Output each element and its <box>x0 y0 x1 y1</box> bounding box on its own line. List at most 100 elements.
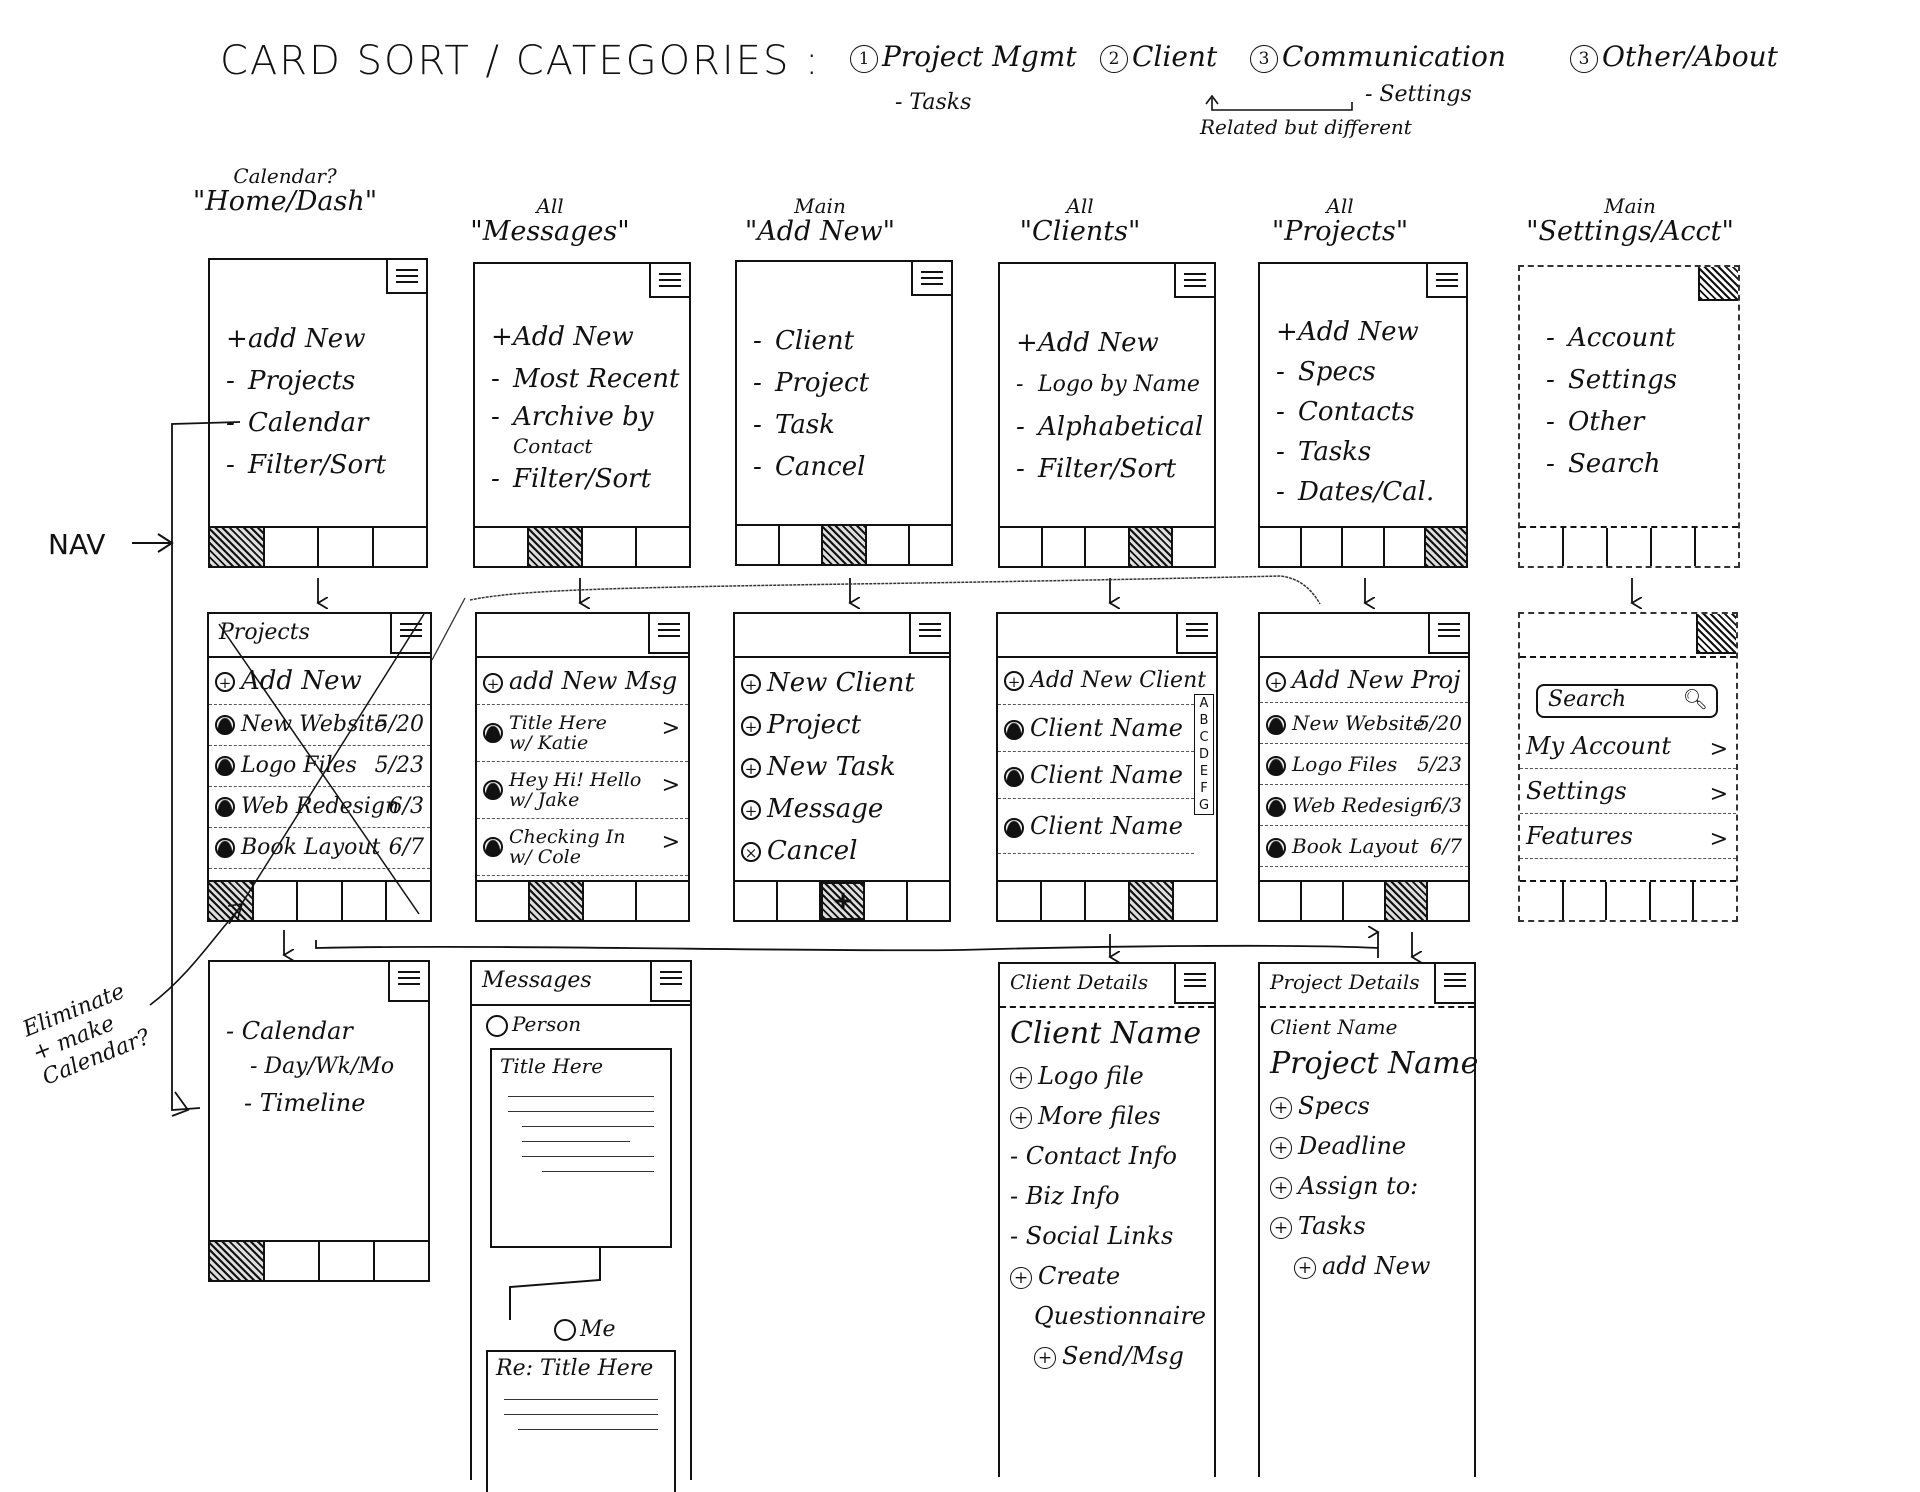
add-new-msg-row[interactable]: + add New Msg <box>477 658 688 705</box>
nav-tab[interactable] <box>1386 882 1428 920</box>
nav-tab[interactable] <box>1564 528 1608 566</box>
nav-tab[interactable] <box>778 882 821 920</box>
add-option[interactable]: + New Client <box>735 662 949 704</box>
nav-tab[interactable] <box>298 882 343 920</box>
project-row[interactable]: Book Layout 6/7 <box>209 828 430 869</box>
nav-tab[interactable] <box>867 526 910 564</box>
nav-tab[interactable] <box>735 882 778 920</box>
list-item[interactable]: - Filter/Sort <box>491 458 681 500</box>
nav-tab[interactable] <box>1428 882 1468 920</box>
nav-tab[interactable] <box>1173 528 1214 566</box>
search-icon[interactable]: 🔍︎ <box>1683 685 1708 713</box>
message-row[interactable]: Title Here w/ Katie > <box>477 705 688 762</box>
menu-icon[interactable] <box>1434 964 1474 1004</box>
detail-item[interactable]: + Tasks <box>1270 1206 1470 1246</box>
alphabet-index-scrollbar[interactable]: A B C D E F G <box>1194 694 1214 815</box>
index-letter[interactable]: A <box>1195 695 1213 712</box>
add-new-project-row[interactable]: + Add New Proj <box>1260 658 1468 703</box>
nav-tab[interactable] <box>1086 528 1130 566</box>
nav-tab[interactable] <box>1520 882 1564 920</box>
nav-tab[interactable] <box>1343 528 1385 566</box>
detail-item[interactable]: - Social Links <box>1010 1216 1210 1256</box>
nav-tab[interactable] <box>737 526 781 564</box>
detail-item[interactable]: + Send/Msg <box>1010 1336 1210 1376</box>
menu-icon[interactable] <box>1176 614 1216 654</box>
add-option[interactable]: + New Task <box>735 746 949 788</box>
nav-tab[interactable] <box>1302 528 1344 566</box>
list-item[interactable]: - Tasks <box>1276 432 1458 472</box>
message-row[interactable]: Hey Hi! Hello w/ Jake > <box>477 762 688 819</box>
list-item[interactable]: - Project <box>753 362 943 404</box>
nav-tab[interactable] <box>530 882 584 920</box>
menu-icon[interactable] <box>1426 264 1466 298</box>
menu-icon[interactable] <box>650 962 690 1002</box>
nav-tab[interactable] <box>1607 882 1651 920</box>
nav-tab[interactable] <box>320 1242 375 1280</box>
nav-tab[interactable] <box>529 528 583 566</box>
menu-icon[interactable] <box>1174 964 1214 1004</box>
list-item[interactable]: - Specs <box>1276 352 1458 392</box>
nav-tab[interactable] <box>865 882 909 920</box>
nav-tab[interactable] <box>387 882 430 920</box>
nav-tab[interactable] <box>1130 882 1174 920</box>
nav-tab[interactable] <box>374 528 427 566</box>
settings-menu-icon[interactable] <box>1696 614 1736 654</box>
project-row[interactable]: New Website 5/20 <box>209 705 430 746</box>
nav-tab[interactable] <box>1694 882 1736 920</box>
project-row[interactable]: Book Layout 6/7 <box>1260 826 1468 867</box>
detail-item[interactable]: + More files <box>1010 1096 1210 1136</box>
list-item[interactable]: - Projects <box>226 360 418 402</box>
nav-tab[interactable] <box>1302 882 1344 920</box>
list-item[interactable]: - Most Recent <box>491 358 681 400</box>
detail-item[interactable]: + Assign to: <box>1270 1166 1470 1206</box>
list-item[interactable]: - Settings <box>1546 359 1730 401</box>
list-item[interactable]: - Contacts <box>1276 392 1458 432</box>
nav-tab[interactable] <box>584 882 637 920</box>
add-fab-button[interactable] <box>820 882 866 920</box>
menu-icon[interactable] <box>388 962 428 1002</box>
nav-tab[interactable] <box>1129 528 1173 566</box>
menu-icon[interactable] <box>1174 264 1214 298</box>
list-item[interactable]: - Dates/Cal. <box>1276 472 1458 512</box>
list-item[interactable]: - Client <box>753 320 943 362</box>
project-row[interactable]: Logo Files 5/23 <box>1260 744 1468 785</box>
add-option[interactable]: + Project <box>735 704 949 746</box>
list-item[interactable]: - Filter/Sort <box>226 444 418 486</box>
add-option[interactable]: + Message <box>735 788 949 830</box>
client-row[interactable]: Client Name <box>998 752 1194 799</box>
nav-tab[interactable] <box>1174 882 1216 920</box>
detail-item[interactable]: + add New <box>1270 1246 1470 1286</box>
nav-tab[interactable] <box>1564 882 1608 920</box>
nav-tab[interactable] <box>1652 528 1696 566</box>
list-item[interactable]: - Day/Wk/Mo <box>226 1050 420 1084</box>
message-card[interactable]: Title Here <box>490 1048 672 1248</box>
index-letter[interactable]: B <box>1195 712 1213 729</box>
detail-item[interactable]: + Logo file <box>1010 1056 1210 1096</box>
detail-item[interactable]: + Deadline <box>1270 1126 1470 1166</box>
nav-tab[interactable] <box>1651 882 1695 920</box>
nav-tab[interactable] <box>1608 528 1652 566</box>
index-letter[interactable]: G <box>1195 797 1213 814</box>
nav-tab[interactable] <box>823 526 867 564</box>
settings-row[interactable]: Settings > <box>1520 769 1736 814</box>
list-item[interactable]: - Calendar <box>226 1012 420 1050</box>
nav-tab[interactable] <box>780 526 824 564</box>
menu-icon[interactable] <box>1428 614 1468 654</box>
index-letter[interactable]: E <box>1195 763 1213 780</box>
list-item[interactable]: - Archive by <box>491 400 681 434</box>
detail-item[interactable]: + Create <box>1010 1256 1210 1296</box>
nav-tab[interactable] <box>475 528 529 566</box>
nav-tab[interactable] <box>908 882 949 920</box>
client-row[interactable]: Client Name <box>998 799 1194 854</box>
list-item[interactable]: - Filter/Sort <box>1016 448 1206 490</box>
nav-tab[interactable] <box>1260 882 1302 920</box>
add-new-client-row[interactable]: + Add New Client <box>998 658 1206 705</box>
search-input[interactable]: Search 🔍︎ <box>1536 684 1718 718</box>
settings-row[interactable]: Features > <box>1520 814 1736 859</box>
list-item[interactable]: - Cancel <box>753 446 943 488</box>
nav-tab[interactable] <box>265 1242 320 1280</box>
project-row[interactable]: Logo Files 5/23 <box>209 746 430 787</box>
menu-icon[interactable] <box>390 614 430 654</box>
list-item[interactable]: - Timeline <box>226 1084 420 1122</box>
nav-tab[interactable] <box>1520 528 1564 566</box>
